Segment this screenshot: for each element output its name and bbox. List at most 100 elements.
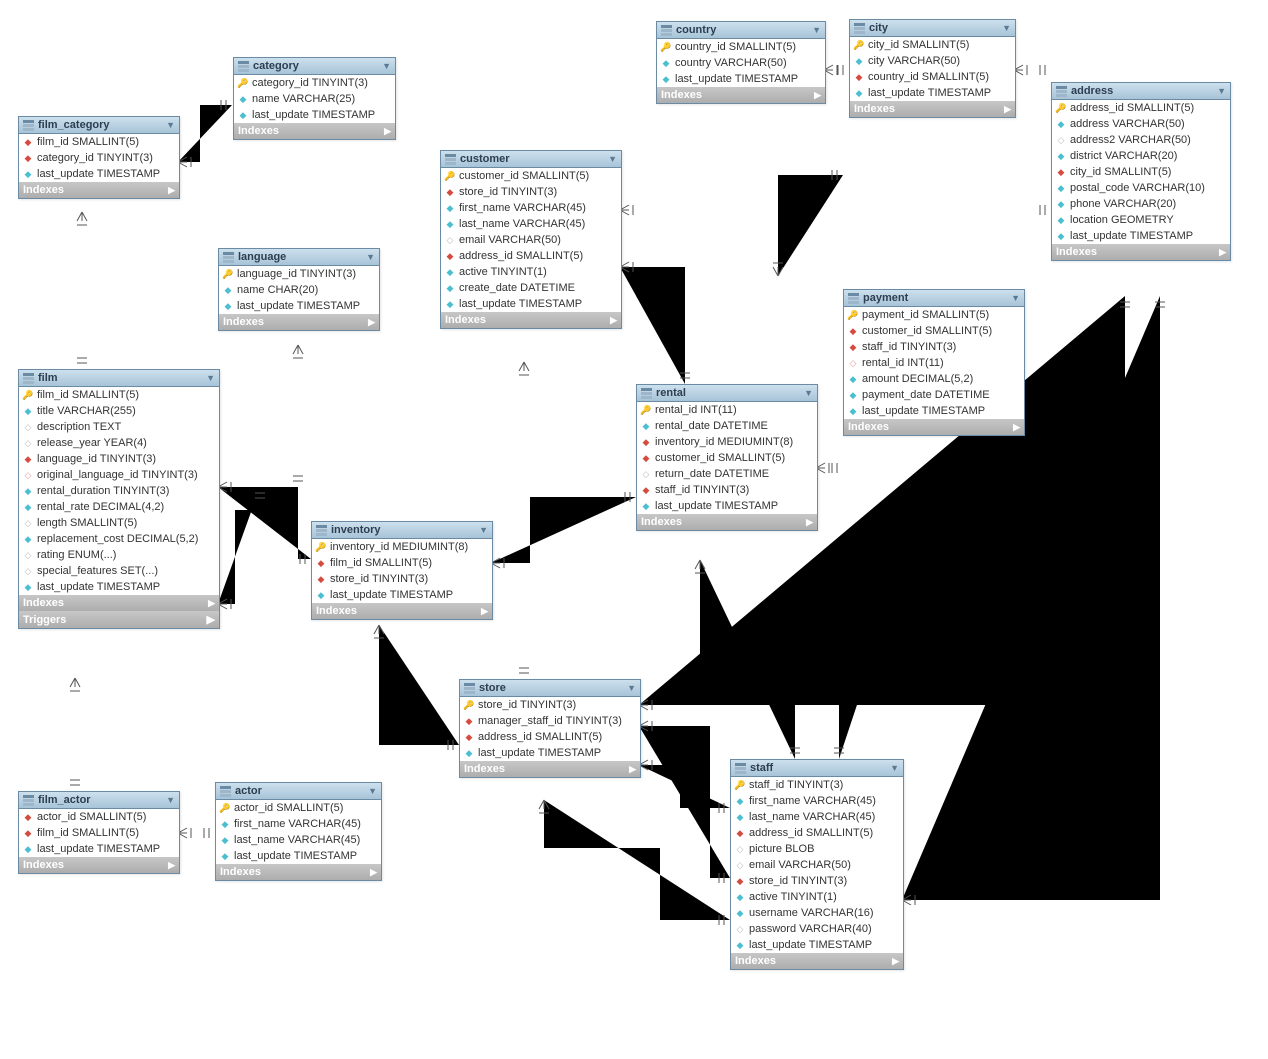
expand-icon[interactable]: ▶ xyxy=(368,317,375,328)
column-row[interactable]: ◆last_update TIMESTAMP xyxy=(657,71,825,87)
collapse-icon[interactable]: ▼ xyxy=(1002,23,1011,33)
column-row[interactable]: ◆city VARCHAR(50) xyxy=(850,53,1015,69)
expand-icon[interactable]: ▶ xyxy=(814,90,821,101)
column-row[interactable]: ◆first_name VARCHAR(45) xyxy=(216,816,381,832)
column-row[interactable]: ◆customer_id SMALLINT(5) xyxy=(637,450,817,466)
column-row[interactable]: ◆country_id SMALLINT(5) xyxy=(850,69,1015,85)
column-row[interactable]: ◆rental_duration TINYINT(3) xyxy=(19,483,219,499)
column-row[interactable]: ◆rental_rate DECIMAL(4,2) xyxy=(19,499,219,515)
column-row[interactable]: ◆create_date DATETIME xyxy=(441,280,621,296)
column-row[interactable]: 🔑language_id TINYINT(3) xyxy=(219,266,379,282)
column-row[interactable]: ◆actor_id SMALLINT(5) xyxy=(19,809,179,825)
indexes-section[interactable]: Indexes▶ xyxy=(234,123,395,139)
column-row[interactable]: 🔑payment_id SMALLINT(5) xyxy=(844,307,1024,323)
column-row[interactable]: ◆last_update TIMESTAMP xyxy=(19,579,219,595)
expand-icon[interactable]: ▶ xyxy=(207,613,215,626)
indexes-section[interactable]: Indexes▶ xyxy=(844,419,1024,435)
column-row[interactable]: ◇description TEXT xyxy=(19,419,219,435)
collapse-icon[interactable]: ▼ xyxy=(890,763,899,773)
column-row[interactable]: ◆last_update TIMESTAMP xyxy=(850,85,1015,101)
column-row[interactable]: ◆address VARCHAR(50) xyxy=(1052,116,1230,132)
table-header[interactable]: language▼ xyxy=(219,249,379,266)
expand-icon[interactable]: ▶ xyxy=(208,598,215,609)
table-payment[interactable]: payment▼🔑payment_id SMALLINT(5)◆customer… xyxy=(843,289,1025,436)
column-row[interactable]: ◆first_name VARCHAR(45) xyxy=(441,200,621,216)
table-header[interactable]: film_actor▼ xyxy=(19,792,179,809)
column-row[interactable]: ◆title VARCHAR(255) xyxy=(19,403,219,419)
expand-icon[interactable]: ▶ xyxy=(1013,422,1020,433)
table-inventory[interactable]: inventory▼🔑inventory_id MEDIUMINT(8)◆fil… xyxy=(311,521,493,620)
column-row[interactable]: ◆store_id TINYINT(3) xyxy=(441,184,621,200)
collapse-icon[interactable]: ▼ xyxy=(206,373,215,383)
column-row[interactable]: ◆last_update TIMESTAMP xyxy=(312,587,492,603)
collapse-icon[interactable]: ▼ xyxy=(368,786,377,796)
column-row[interactable]: 🔑actor_id SMALLINT(5) xyxy=(216,800,381,816)
indexes-section[interactable]: Indexes▶ xyxy=(460,761,640,777)
table-header[interactable]: staff▼ xyxy=(731,760,903,777)
column-row[interactable]: ◇return_date DATETIME xyxy=(637,466,817,482)
table-film[interactable]: film▼🔑film_id SMALLINT(5)◆title VARCHAR(… xyxy=(18,369,220,629)
table-address[interactable]: address▼🔑address_id SMALLINT(5)◆address … xyxy=(1051,82,1231,261)
expand-icon[interactable]: ▶ xyxy=(168,860,175,871)
column-row[interactable]: 🔑address_id SMALLINT(5) xyxy=(1052,100,1230,116)
table-store[interactable]: store▼🔑store_id TINYINT(3)◆manager_staff… xyxy=(459,679,641,778)
column-row[interactable]: ◆name CHAR(20) xyxy=(219,282,379,298)
indexes-section[interactable]: Indexes▶ xyxy=(219,314,379,330)
column-row[interactable]: ◆inventory_id MEDIUMINT(8) xyxy=(637,434,817,450)
column-row[interactable]: ◆last_update TIMESTAMP xyxy=(1052,228,1230,244)
table-category[interactable]: category▼🔑category_id TINYINT(3)◆name VA… xyxy=(233,57,396,140)
column-row[interactable]: ◆postal_code VARCHAR(10) xyxy=(1052,180,1230,196)
column-row[interactable]: ◇picture BLOB xyxy=(731,841,903,857)
table-actor[interactable]: actor▼🔑actor_id SMALLINT(5)◆first_name V… xyxy=(215,782,382,881)
column-row[interactable]: ◆address_id SMALLINT(5) xyxy=(460,729,640,745)
expand-icon[interactable]: ▶ xyxy=(370,867,377,878)
column-row[interactable]: ◇rental_id INT(11) xyxy=(844,355,1024,371)
table-header[interactable]: category▼ xyxy=(234,58,395,75)
collapse-icon[interactable]: ▼ xyxy=(627,683,636,693)
table-header[interactable]: address▼ xyxy=(1052,83,1230,100)
table-film_actor[interactable]: film_actor▼◆actor_id SMALLINT(5)◆film_id… xyxy=(18,791,180,874)
column-row[interactable]: ◆last_update TIMESTAMP xyxy=(19,841,179,857)
column-row[interactable]: 🔑city_id SMALLINT(5) xyxy=(850,37,1015,53)
table-header[interactable]: film_category▼ xyxy=(19,117,179,134)
expand-icon[interactable]: ▶ xyxy=(806,517,813,528)
column-row[interactable]: ◇rating ENUM(...) xyxy=(19,547,219,563)
indexes-section[interactable]: Indexes▶ xyxy=(19,595,219,611)
table-header[interactable]: rental▼ xyxy=(637,385,817,402)
collapse-icon[interactable]: ▼ xyxy=(1217,86,1226,96)
column-row[interactable]: ◆last_update TIMESTAMP xyxy=(731,937,903,953)
column-row[interactable]: ◆last_update TIMESTAMP xyxy=(441,296,621,312)
expand-icon[interactable]: ▶ xyxy=(384,126,391,137)
table-header[interactable]: film▼ xyxy=(19,370,219,387)
column-row[interactable]: ◆active TINYINT(1) xyxy=(441,264,621,280)
column-row[interactable]: ◆active TINYINT(1) xyxy=(731,889,903,905)
expand-icon[interactable]: ▶ xyxy=(1004,104,1011,115)
column-row[interactable]: ◆last_update TIMESTAMP xyxy=(637,498,817,514)
collapse-icon[interactable]: ▼ xyxy=(608,154,617,164)
table-header[interactable]: store▼ xyxy=(460,680,640,697)
table-film_category[interactable]: film_category▼◆film_id SMALLINT(5)◆categ… xyxy=(18,116,180,199)
table-language[interactable]: language▼🔑language_id TINYINT(3)◆name CH… xyxy=(218,248,380,331)
column-row[interactable]: ◆country VARCHAR(50) xyxy=(657,55,825,71)
column-row[interactable]: ◆rental_date DATETIME xyxy=(637,418,817,434)
column-row[interactable]: ◆payment_date DATETIME xyxy=(844,387,1024,403)
collapse-icon[interactable]: ▼ xyxy=(804,388,813,398)
column-row[interactable]: 🔑staff_id TINYINT(3) xyxy=(731,777,903,793)
column-row[interactable]: ◆name VARCHAR(25) xyxy=(234,91,395,107)
column-row[interactable]: ◆staff_id TINYINT(3) xyxy=(844,339,1024,355)
column-row[interactable]: 🔑category_id TINYINT(3) xyxy=(234,75,395,91)
column-row[interactable]: ◆last_name VARCHAR(45) xyxy=(216,832,381,848)
column-row[interactable]: 🔑film_id SMALLINT(5) xyxy=(19,387,219,403)
indexes-section[interactable]: Indexes▶ xyxy=(19,857,179,873)
column-row[interactable]: 🔑inventory_id MEDIUMINT(8) xyxy=(312,539,492,555)
column-row[interactable]: ◆last_update TIMESTAMP xyxy=(844,403,1024,419)
column-row[interactable]: ◆last_update TIMESTAMP xyxy=(219,298,379,314)
column-row[interactable]: ◆username VARCHAR(16) xyxy=(731,905,903,921)
column-row[interactable]: ◆city_id SMALLINT(5) xyxy=(1052,164,1230,180)
column-row[interactable]: ◆replacement_cost DECIMAL(5,2) xyxy=(19,531,219,547)
indexes-section[interactable]: Indexes▶ xyxy=(441,312,621,328)
column-row[interactable]: ◇length SMALLINT(5) xyxy=(19,515,219,531)
column-row[interactable]: ◆staff_id TINYINT(3) xyxy=(637,482,817,498)
collapse-icon[interactable]: ▼ xyxy=(166,120,175,130)
column-row[interactable]: 🔑country_id SMALLINT(5) xyxy=(657,39,825,55)
